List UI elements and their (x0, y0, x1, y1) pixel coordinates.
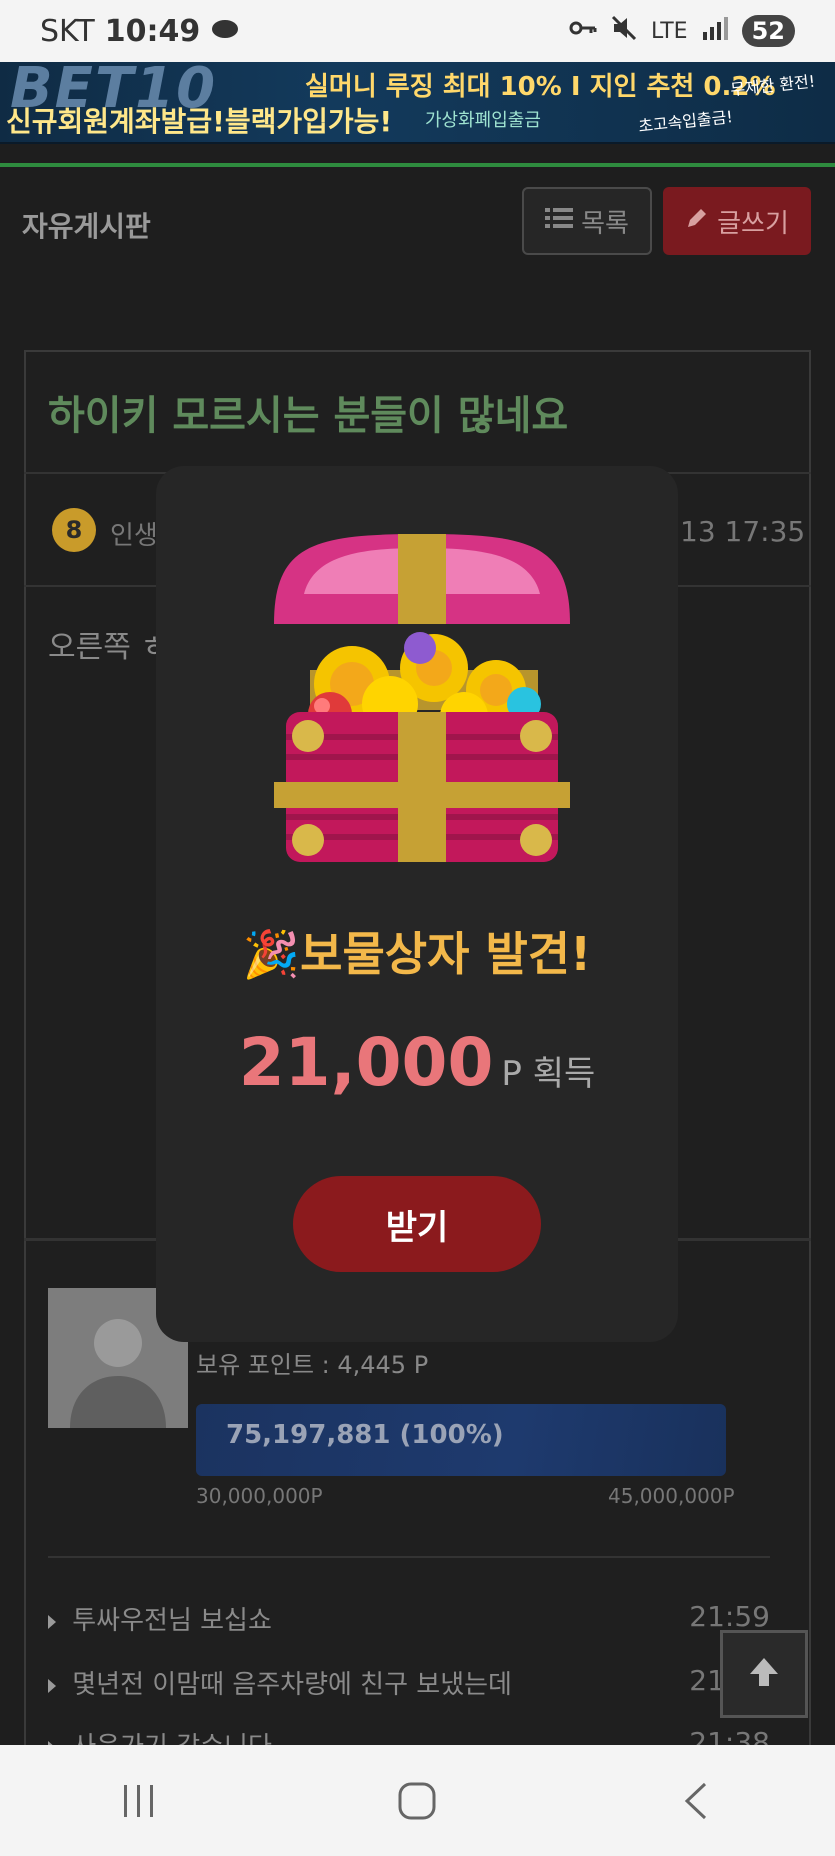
system-nav-bar (0, 1745, 835, 1856)
related-post-title: 몇년전 이맘때 음주차량에 친구 보냈는데 (72, 1670, 512, 1700)
level-progress-text: 75,197,881 (100%) (226, 1420, 504, 1450)
status-bar: SKT 10:49 LTE 52 (0, 0, 835, 62)
level-min: 30,000,000P (196, 1484, 323, 1508)
level-max: 45,000,000P (608, 1484, 735, 1508)
treasure-modal: 🎉보물상자 발견! 21,000 P 획득 받기 (156, 466, 678, 1342)
mute-icon (611, 15, 637, 47)
level-badge: 8 (52, 508, 96, 552)
write-button[interactable]: 글쓰기 (663, 187, 811, 255)
pencil-icon (685, 206, 709, 237)
related-post-title: 사운가기 감수니다 (72, 1732, 272, 1745)
post-date: 13 17:35 (680, 515, 806, 548)
modal-title: 🎉보물상자 발견! (156, 918, 678, 984)
recent-apps-icon[interactable] (109, 1771, 169, 1831)
list-item[interactable]: 투싸우전님 보십쇼 21:59 (48, 1600, 770, 1640)
list-item[interactable]: 몇년전 이맘때 음주차량에 친구 보냈는데 21:55 (48, 1664, 770, 1704)
reward-value: 21,000 (238, 1024, 494, 1101)
banner-line-2: 신규회원계좌발급!블랙가입가능! (6, 105, 393, 138)
carrier-label: SKT (40, 13, 95, 49)
board-title: 자유게시판 (22, 210, 151, 243)
home-icon[interactable] (387, 1771, 447, 1831)
related-post-time: 21:59 (689, 1600, 770, 1633)
arrow-up-icon (746, 1654, 782, 1694)
related-post-title: 투싸우전님 보십쇼 (72, 1606, 272, 1636)
post-title: 하이키 모르시는 분들이 많네요 (48, 393, 569, 439)
write-button-label: 글쓰기 (717, 208, 789, 239)
caret-right-icon (48, 1614, 56, 1629)
list-item[interactable]: 사운가기 감수니다 21:38 (48, 1726, 770, 1745)
treasure-chest-icon (274, 534, 570, 868)
network-label: LTE (651, 18, 688, 44)
key-icon (569, 18, 597, 44)
banner-line-1: 실머니 루징 최대 10% I 지인 추천 0.2% (305, 72, 776, 102)
signal-icon (702, 16, 728, 46)
party-popper-icon: 🎉 (242, 927, 301, 981)
post-body: 오른쪽 ㅎ (48, 630, 168, 665)
battery-indicator: 52 (741, 15, 795, 47)
list-button[interactable]: 목록 (522, 187, 652, 255)
reward-unit: P 획득 (501, 1054, 596, 1094)
banner-ad[interactable]: BET10 실머니 루징 최대 10% I 지인 추천 0.2% 신규회원계좌발… (0, 62, 835, 144)
modal-title-text: 보물상자 발견! (300, 927, 592, 981)
claim-button[interactable]: 받기 (293, 1176, 541, 1272)
list-button-label: 목록 (581, 208, 629, 239)
list-icon (545, 206, 574, 236)
banner-line-4: 초고속입출금! (637, 107, 734, 136)
divider (0, 163, 835, 167)
banner-line-3: 가상화폐입출금 (425, 110, 541, 131)
points-text: 보유 포인트 : 4,445 P (196, 1351, 429, 1379)
reward-amount: 21,000 P 획득 (156, 1024, 678, 1101)
scroll-top-button[interactable] (720, 1630, 808, 1718)
divider (48, 1556, 770, 1558)
back-icon[interactable] (666, 1771, 726, 1831)
author-name[interactable]: 인생 (110, 515, 158, 552)
related-post-time: 21:38 (689, 1726, 770, 1745)
clock: 10:49 (104, 13, 201, 49)
cloud-icon (210, 14, 240, 49)
caret-right-icon (48, 1678, 56, 1693)
